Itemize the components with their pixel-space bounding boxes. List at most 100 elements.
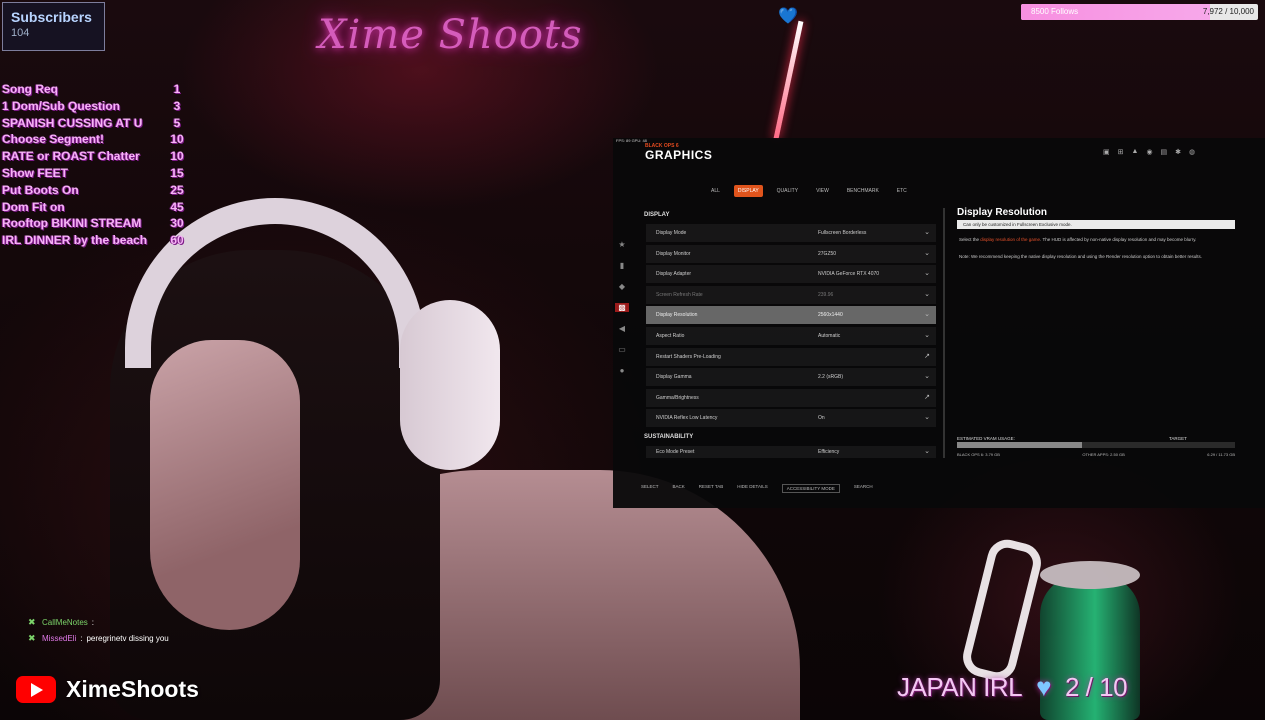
chevron-down-icon: ⌄ <box>924 229 930 236</box>
settings-sidebar: ★ ▮ ◆ ▩ ◀ ▭ ● <box>615 240 629 375</box>
setting-row[interactable]: NVIDIA Reflex Low Latency On ⌄ <box>646 409 936 428</box>
menu-item: Rooftop BIKINI STREAM 30 <box>2 216 184 231</box>
menu-item: RATE or ROAST Chatter 10 <box>2 149 184 164</box>
vram-bar-fill <box>957 442 1083 448</box>
menu-item: Choose Segment! 10 <box>2 132 184 147</box>
account-icon[interactable]: ● <box>615 366 629 375</box>
headphones-earcup <box>400 300 500 470</box>
vram-target: TARGET <box>1169 436 1187 441</box>
setting-row[interactable]: Aspect Ratio Automatic ⌄ <box>646 326 936 345</box>
menu-item: Show FEET 15 <box>2 165 184 180</box>
setting-row[interactable]: Screen Refresh Rate 239.96 ⌄ <box>646 285 936 304</box>
rank-icon[interactable]: ◉ <box>1146 148 1152 156</box>
graphics-icon[interactable]: ▩ <box>615 303 629 312</box>
settings-icon[interactable]: ✱ <box>1175 148 1181 156</box>
chat-message: ✖ CallMeNotes: <box>28 616 95 627</box>
setting-row[interactable]: Eco Mode Preset Efficiency ⌄ <box>646 446 936 458</box>
tab-display[interactable]: DISPLAY <box>733 185 763 197</box>
prompt-accessibility[interactable]: ACCESSIBILITY MODE <box>781 484 840 493</box>
chevron-down-icon: ⌄ <box>924 270 930 278</box>
segment-progress: 2 / 10 <box>1065 672 1128 702</box>
chevron-down-icon: ⌄ <box>924 414 930 422</box>
interface-icon[interactable]: ▭ <box>615 345 629 354</box>
vram-label: ESTIMATED VRAM USAGE: <box>957 436 1015 441</box>
panel-divider <box>943 208 945 458</box>
setting-row[interactable]: Display Monitor 27GZ50 ⌄ <box>646 244 936 263</box>
neon-sign: Xime Shoots <box>318 12 583 58</box>
game-settings-window: FPS: 89 GPU: 48 BLACK OPS 6 GRAPHICS ▣ ⊞… <box>613 138 1265 508</box>
prompt-select[interactable]: SELECT <box>641 484 659 493</box>
setting-row[interactable]: Display Adapter NVIDIA GeForce RTX 4070 ⌄ <box>646 265 936 284</box>
star-icon[interactable]: ★ <box>615 240 629 249</box>
chevron-down-icon: ⌄ <box>924 373 930 381</box>
bell-icon[interactable]: ▲ <box>1132 148 1139 156</box>
audio-icon[interactable]: ◀ <box>615 324 629 333</box>
channel-branding: XimeShoots <box>16 676 199 703</box>
heart-emote-icon: 💙 <box>778 8 798 25</box>
menu-item: Song Req 1 <box>2 82 181 96</box>
settings-title: GRAPHICS <box>645 148 713 162</box>
menu-item: IRL DINNER by the beach 60 <box>2 233 184 248</box>
youtube-logo-icon <box>16 676 56 703</box>
detail-description: Select the display resolution of the gam… <box>959 237 1197 242</box>
fps-counter: FPS: 89 GPU: 48 <box>616 138 647 143</box>
setting-row[interactable]: Display Mode Fullscreen Borderless ⌄ <box>646 224 936 242</box>
gamepad-icon[interactable]: ◆ <box>615 282 629 291</box>
subscribers-title: Subscribers <box>11 9 92 25</box>
chat-username: MissedEli <box>42 633 77 643</box>
profile-icon[interactable]: ◍ <box>1189 148 1195 156</box>
follow-goal-bar: 8500 Follows 7,972 / 10,000 <box>1021 4 1258 20</box>
tab-quality[interactable]: QUALITY <box>773 185 802 197</box>
chat-username: CallMeNotes <box>42 617 88 627</box>
mouse-icon[interactable]: ▮ <box>615 261 629 270</box>
tab-view[interactable]: VIEW <box>812 185 833 197</box>
heart-icon: ♥ <box>1036 672 1051 702</box>
menu-item: Put Boots On 25 <box>2 182 184 197</box>
settings-list: Display Mode Fullscreen Borderless ⌄ Displ… <box>646 224 936 430</box>
prompt-reset-tab[interactable]: RESET TAB <box>699 484 724 493</box>
stream-segment-title: JAPAN IRL ♥ 2 / 10 <box>897 672 1128 703</box>
chevron-down-icon: ⌄ <box>924 331 930 339</box>
tab-benchmark[interactable]: BENCHMARK <box>843 185 883 197</box>
tab-all[interactable]: ALL <box>707 185 724 197</box>
external-link-icon: ↗ <box>924 393 930 401</box>
badge-icon: ✖ <box>28 616 36 627</box>
menu-item: SPANISH CUSSING AT U5 <box>2 115 181 130</box>
chevron-down-icon: ⌄ <box>924 290 930 298</box>
settings-tabs: ALL DISPLAY QUALITY VIEW BENCHMARK ETC <box>707 185 911 197</box>
detail-note: Can only be customized in Fullscreen Exc… <box>957 220 1235 229</box>
setting-row[interactable]: Display Gamma 2.2 (sRGB) ⌄ <box>646 368 936 387</box>
prompt-back[interactable]: BACK <box>673 484 685 493</box>
streamer-face <box>150 340 300 630</box>
mic-stand <box>958 535 1046 685</box>
menu-item: Dom Fit on 45 <box>2 199 184 214</box>
chevron-down-icon: ⌄ <box>924 448 930 455</box>
section-display: DISPLAY <box>644 212 670 218</box>
settings-list-sustainability: Eco Mode Preset Efficiency ⌄ <box>646 446 936 461</box>
chevron-down-icon: ⌄ <box>924 311 930 319</box>
detail-note-2: Note: We recommend keeping the native di… <box>959 254 1203 259</box>
chat-text: peregrinetv dissing you <box>86 633 169 643</box>
store-icon[interactable]: ▤ <box>1161 148 1168 156</box>
setting-row[interactable]: Restart Shaders Pre-Loading ↗ <box>646 347 936 366</box>
prompt-search[interactable]: SEARCH <box>854 484 873 493</box>
tip-menu: Song Req 1 1 Dom/Sub Question 3 SPANISH CU… <box>0 82 200 250</box>
chat-overlay: ✖ CallMeNotes: ✖ MissedEli: peregrinetv … <box>28 614 169 646</box>
section-sustainability: SUSTAINABILITY <box>644 434 694 440</box>
badge-icon: ✖ <box>28 632 36 643</box>
follow-goal-label: 8500 Follows <box>1031 7 1079 16</box>
prompt-hide-details[interactable]: HIDE DETAILS <box>737 484 767 493</box>
external-link-icon: ↗ <box>924 352 930 360</box>
subscribers-widget: Subscribers 104 <box>2 2 105 51</box>
grid-icon[interactable]: ⊞ <box>1118 148 1124 156</box>
setting-row-selected[interactable]: Display Resolution 2560x1440 ⌄ <box>646 306 936 325</box>
tab-etc[interactable]: ETC <box>893 185 911 197</box>
setting-row[interactable]: Gamma/Brightness ↗ <box>646 388 936 407</box>
chat-message: ✖ MissedEli: peregrinetv dissing you <box>28 632 169 643</box>
top-icons: ▣ ⊞ ▲ ◉ ▤ ✱ ◍ <box>1103 148 1195 156</box>
vram-bar <box>957 442 1235 448</box>
segment-text: JAPAN IRL <box>897 672 1023 702</box>
controller-icon[interactable]: ▣ <box>1103 148 1110 156</box>
detail-title: Display Resolution <box>957 207 1048 218</box>
menu-item: 1 Dom/Sub Question 3 <box>2 98 181 113</box>
